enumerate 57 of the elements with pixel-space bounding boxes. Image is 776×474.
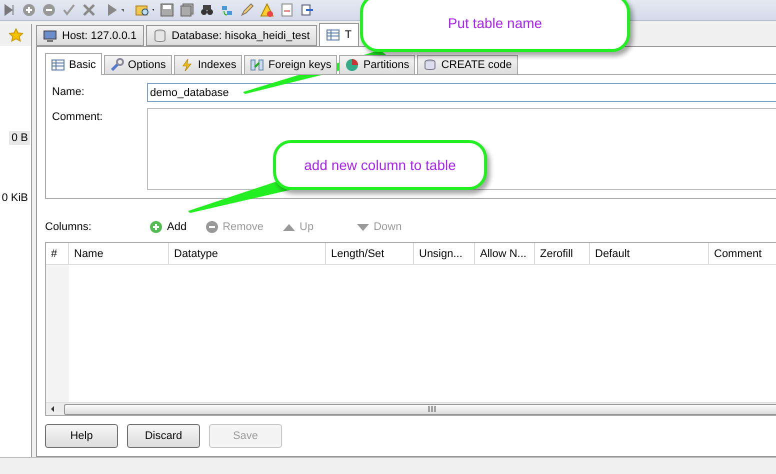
relation-icon <box>250 58 264 72</box>
size-label: 0 B <box>9 131 30 145</box>
field-label: Comment: <box>52 110 104 125</box>
table-icon <box>326 28 340 42</box>
column-header[interactable]: Length/Set <box>326 243 414 264</box>
replace-icon <box>220 3 234 17</box>
tab[interactable]: Indexes <box>174 55 242 75</box>
columns-label: Columns: <box>45 221 92 233</box>
size-label: 0 KiB <box>0 191 29 205</box>
add-icon <box>22 3 36 17</box>
monitor-icon <box>43 28 57 42</box>
binoculars-icon <box>200 3 214 17</box>
column-header[interactable]: Datatype <box>169 243 326 264</box>
scroll-left-icon[interactable] <box>50 405 56 413</box>
toolbar-button[interactable]: Add <box>145 220 191 234</box>
callout-tooltip: add new column to table <box>273 140 487 190</box>
column-header[interactable]: Unsign... <box>414 243 475 264</box>
tab[interactable]: Database: hisoka_heidi_test <box>146 25 317 46</box>
name-field[interactable]: demo_database <box>147 83 776 102</box>
wrench-icon <box>110 58 124 72</box>
column-header[interactable]: Default <box>590 243 709 264</box>
column-header[interactable]: Comment <box>709 243 776 264</box>
add-icon <box>149 220 163 234</box>
database-code-icon <box>423 58 438 72</box>
column-header[interactable]: Allow N... <box>475 243 535 264</box>
tab[interactable]: T <box>318 23 359 46</box>
column-header[interactable]: # <box>46 243 69 264</box>
horizontal-scrollbar[interactable] <box>46 402 776 415</box>
save-all-icon <box>180 3 194 17</box>
remove-icon <box>204 220 219 234</box>
tab[interactable]: Partitions <box>339 55 416 75</box>
check-icon <box>62 3 76 17</box>
star-icon <box>8 28 22 42</box>
callout-tooltip: Put table name <box>360 0 630 52</box>
tab[interactable]: CREATE code <box>417 55 518 75</box>
column-header[interactable]: Zerofill <box>535 243 590 264</box>
column-header[interactable]: Name <box>69 243 169 264</box>
tab[interactable]: Options <box>104 55 172 75</box>
tab[interactable]: Foreign keys <box>244 55 338 75</box>
close-icon <box>82 3 96 17</box>
tab[interactable]: Basic <box>45 53 102 75</box>
warning-icon <box>260 3 274 17</box>
dialog-button[interactable]: Help <box>45 424 118 448</box>
pie-icon <box>345 58 360 72</box>
grip-icon <box>428 406 436 412</box>
lightning-icon <box>180 58 194 72</box>
document-icon <box>280 3 294 17</box>
table-icon <box>51 58 65 72</box>
skip-icon <box>2 3 16 17</box>
remove-icon <box>42 3 56 17</box>
tab[interactable]: Host: 127.0.0.1 <box>36 25 144 46</box>
export-icon <box>300 3 314 17</box>
save-icon <box>160 3 174 17</box>
pencil-icon <box>240 3 254 17</box>
field-label: Name: <box>52 85 86 100</box>
dialog-button[interactable]: Discard <box>127 424 200 448</box>
database-icon <box>152 28 167 42</box>
